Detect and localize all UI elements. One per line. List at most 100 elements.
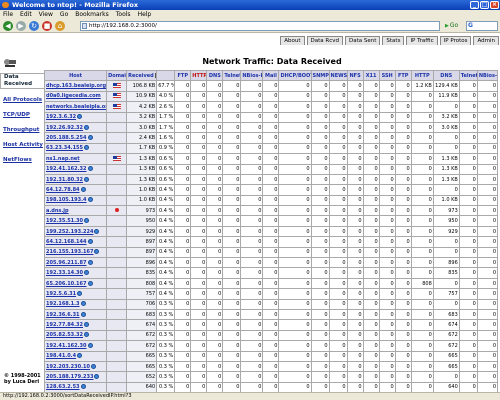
host-link[interactable]: 192.203.230.10: [43, 360, 108, 373]
sidebar-item-all-protocols[interactable]: All Protocols: [0, 97, 44, 104]
host-link[interactable]: 192.5.6.31: [43, 288, 108, 300]
column-header[interactable]: NBios-IP: [240, 69, 264, 82]
sidebar-item-netflows[interactable]: NetFlows: [0, 157, 44, 164]
host-link[interactable]: 192.33.14.30: [43, 267, 108, 279]
host-link[interactable]: 216.155.193.167: [43, 246, 108, 259]
protocol-cell: 0: [278, 371, 312, 383]
host-link[interactable]: 65.206.10.167: [43, 277, 108, 290]
host-link[interactable]: ns1.nap.net: [43, 153, 108, 165]
host-link[interactable]: 205.188.179.233: [43, 371, 108, 383]
protocol-cell: 0: [410, 111, 434, 123]
table-row: 198.105.193.4 1.0 KB 0.4 % 0 0 0 0 0 0 0 0 0 0 0 0 0 0 1.…: [43, 194, 499, 207]
host-link[interactable]: 192.3.6.32: [43, 111, 108, 123]
domain-cell: [106, 101, 128, 113]
tab-data-rcvd[interactable]: Data Rcvd: [306, 36, 343, 45]
back-icon[interactable]: ◀: [3, 21, 13, 31]
protocol-cell: 0: [310, 298, 330, 311]
column-header[interactable]: SSH: [378, 69, 396, 82]
host-link[interactable]: 205.96.211.87: [43, 257, 108, 269]
tab-stats[interactable]: Stats: [382, 36, 405, 45]
host-link[interactable]: 192.36.6.31: [43, 308, 108, 321]
menu-file[interactable]: File: [3, 10, 13, 19]
column-header[interactable]: Domain: [106, 69, 128, 82]
minimize-icon[interactable]: _: [470, 1, 479, 9]
close-icon[interactable]: ×: [490, 1, 499, 9]
maximize-icon[interactable]: □: [480, 1, 489, 9]
percent-cell: 0.3 %: [156, 360, 176, 373]
host-link[interactable]: 192.41.162.30: [43, 340, 108, 352]
column-header[interactable]: NEWS: [328, 69, 348, 82]
search-input[interactable]: G: [466, 21, 498, 31]
column-header[interactable]: FTP: [174, 69, 192, 82]
host-link[interactable]: 192.26.92.32: [43, 121, 108, 134]
sidebar-item-throughput[interactable]: Throughput: [0, 127, 44, 134]
host-link[interactable]: 192.31.80.32: [43, 173, 108, 186]
protocol-cell: 0: [458, 246, 478, 259]
protocol-cell: 0: [174, 111, 192, 123]
column-header[interactable]: Telnet: [222, 69, 242, 82]
host-link[interactable]: 205.188.5.254: [43, 132, 108, 144]
protocol-cell: 0: [262, 153, 280, 165]
host-link[interactable]: 192.168.1.3: [43, 298, 108, 311]
host-link[interactable]: 64.12.78.84: [43, 184, 108, 196]
host-link[interactable]: networks.bealeipla.org: [43, 101, 108, 113]
tab-ip-protos[interactable]: IP Protos: [439, 36, 472, 45]
menu-bookmarks[interactable]: Bookmarks: [75, 10, 109, 19]
column-header[interactable]: DNS: [206, 69, 224, 82]
host-link[interactable]: a.dns.jp: [43, 205, 108, 217]
column-header[interactable]: Received ▼: [126, 69, 158, 82]
host-link[interactable]: 192.35.51.30: [43, 215, 108, 227]
protocol-cell: 0: [278, 142, 312, 155]
stop-icon[interactable]: ■: [42, 21, 52, 31]
host-link[interactable]: 64.12.168.144: [43, 236, 108, 248]
column-header[interactable]: FTP: [394, 69, 412, 82]
tab-admin[interactable]: Admin: [473, 36, 499, 45]
menu-help[interactable]: Help: [138, 10, 152, 19]
host-link[interactable]: 205.82.53.32: [43, 329, 108, 342]
tab-about[interactable]: About: [280, 36, 305, 45]
column-header[interactable]: HTTP: [410, 69, 434, 82]
reload-icon[interactable]: ↻: [29, 21, 39, 31]
sidebar-item-tcp-udp[interactable]: TCP/UDP: [0, 112, 44, 119]
tab-data-sent[interactable]: Data Sent: [344, 36, 381, 45]
host-link[interactable]: 192.77.84.32: [43, 319, 108, 331]
menu-go[interactable]: Go: [60, 10, 68, 19]
host-link[interactable]: 63.23.34.155: [43, 142, 108, 155]
protocol-cell: 0: [476, 371, 499, 383]
column-header[interactable]: [156, 69, 176, 82]
menu-edit[interactable]: Edit: [20, 10, 32, 19]
column-header[interactable]: DNS: [432, 69, 460, 82]
host-link[interactable]: d0a0.ligecedia.com: [43, 90, 108, 103]
host-link[interactable]: 192.41.162.32: [43, 163, 108, 175]
home-icon[interactable]: ⌂: [55, 21, 65, 31]
protocol-cell: 0: [328, 111, 348, 123]
window-title-bar[interactable]: Welcome to ntop! - Mozilla Firefox _ □ ×: [0, 0, 500, 10]
host-link[interactable]: 199.252.193.224: [43, 225, 108, 238]
domain-cell: [106, 360, 128, 373]
url-field[interactable]: http://192.168.0.2:3000/: [80, 21, 440, 31]
menu-tools[interactable]: Tools: [116, 10, 131, 19]
host-link[interactable]: 198.41.0.4: [43, 350, 108, 362]
protocol-cell: 0: [362, 215, 380, 227]
column-header[interactable]: NBios-IP: [476, 69, 499, 82]
protocol-cell: 0: [458, 236, 478, 248]
column-header[interactable]: HTTP: [190, 69, 208, 82]
column-header[interactable]: Telnet: [458, 69, 478, 82]
forward-icon[interactable]: ▶: [16, 21, 26, 31]
sidebar-item-host-activity[interactable]: Host Activity: [0, 142, 44, 149]
column-header[interactable]: NFS: [346, 69, 364, 82]
go-button[interactable]: Go: [445, 21, 465, 31]
column-header[interactable]: DHCP/BOOTP: [278, 69, 312, 82]
sidebar-item-data-received[interactable]: Data Received: [0, 73, 44, 89]
host-link[interactable]: 198.105.193.4: [43, 194, 108, 207]
protocol-cell: 3.2 KB: [432, 111, 460, 123]
column-header[interactable]: Mail: [262, 69, 280, 82]
protocol-cell: 0: [378, 111, 396, 123]
host-link[interactable]: dhcp.163.bealeip.org: [43, 80, 108, 92]
column-header[interactable]: SNMP: [310, 69, 330, 82]
column-header[interactable]: X11: [362, 69, 380, 82]
tab-ip-traffic[interactable]: IP Traffic: [406, 36, 438, 45]
protocol-cell: 0: [240, 360, 264, 373]
column-header[interactable]: Host: [43, 69, 108, 82]
menu-view[interactable]: View: [39, 10, 53, 19]
